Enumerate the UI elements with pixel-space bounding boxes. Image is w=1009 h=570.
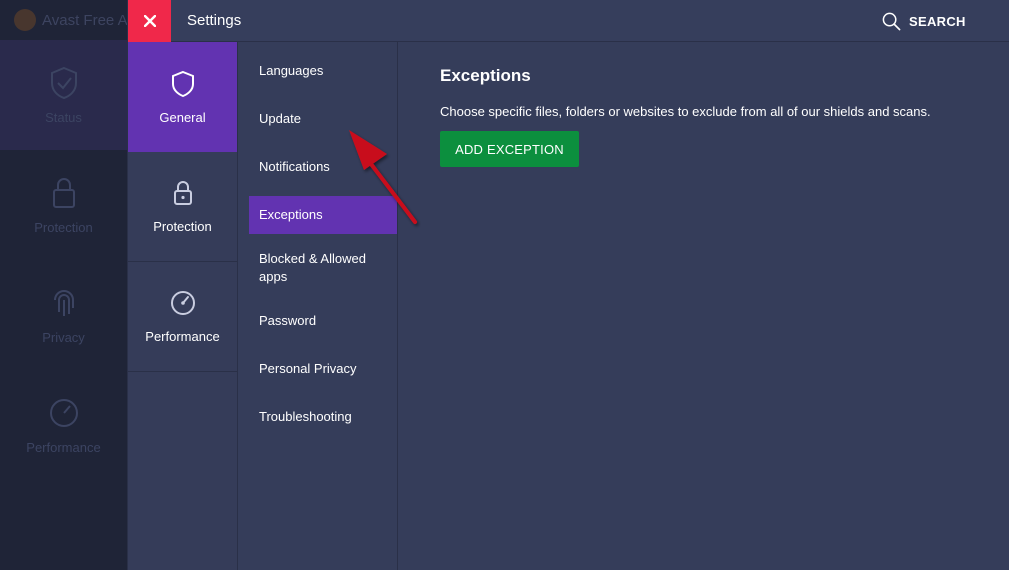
search-label: SEARCH	[909, 13, 966, 29]
submenu-item-notifications[interactable]: Notifications	[249, 148, 397, 186]
category-label: General	[159, 109, 206, 125]
background-nav-protection: Protection	[0, 150, 127, 260]
lock-icon	[173, 181, 192, 205]
settings-title: Settings	[187, 12, 242, 29]
background-nav-performance: Performance	[0, 370, 127, 480]
close-button[interactable]	[128, 0, 171, 42]
settings-header: Settings SEARCH	[128, 0, 1009, 42]
background-app-title: Avast Free A	[42, 11, 128, 29]
submenu-item-blocked-allowed-apps[interactable]: Blocked & Allowed apps	[249, 244, 397, 292]
background-nav-status: Status	[0, 40, 127, 150]
search-icon	[882, 12, 901, 30]
category-general[interactable]: General	[128, 42, 237, 152]
submenu-item-personal-privacy[interactable]: Personal Privacy	[249, 350, 397, 388]
background-titlebar: Avast Free A	[0, 0, 140, 40]
background-nav-label: Protection	[34, 219, 93, 235]
background-nav-privacy: Privacy	[0, 260, 127, 370]
submenu-item-update[interactable]: Update	[249, 100, 397, 138]
submenu-item-troubleshooting[interactable]: Troubleshooting	[249, 398, 397, 436]
category-label: Performance	[145, 329, 220, 344]
category-label: Protection	[153, 219, 212, 234]
settings-categories: General Protection Performance	[128, 42, 238, 570]
close-icon	[143, 15, 156, 27]
category-performance[interactable]: Performance	[128, 262, 237, 372]
submenu-item-languages[interactable]: Languages	[249, 52, 397, 90]
background-nav-label: Privacy	[42, 329, 85, 345]
add-exception-button[interactable]: ADD EXCEPTION	[440, 131, 579, 167]
fingerprint-icon	[53, 289, 74, 316]
background-nav-label: Status	[45, 109, 82, 125]
page-description: Choose specific files, folders or websit…	[440, 104, 931, 119]
shield-icon	[171, 70, 194, 97]
avast-logo-icon	[14, 9, 36, 31]
background-app: Avast Free A Status Protection Privacy P…	[0, 0, 140, 570]
page-title: Exceptions	[440, 66, 531, 85]
speedometer-icon	[49, 398, 78, 427]
exceptions-content: Exceptions Choose specific files, folder…	[399, 42, 1009, 570]
lock-icon	[52, 177, 75, 208]
settings-panel: Settings SEARCH General Protection Perfo…	[127, 0, 1009, 570]
background-nav-label: Performance	[26, 439, 101, 455]
search-button[interactable]: SEARCH	[882, 11, 966, 31]
submenu-item-password[interactable]: Password	[249, 302, 397, 340]
category-protection[interactable]: Protection	[128, 152, 237, 262]
submenu-item-exceptions[interactable]: Exceptions	[249, 196, 397, 234]
shield-check-icon	[50, 66, 77, 99]
settings-submenu: Languages Update Notifications Exception…	[239, 42, 398, 570]
speedometer-icon	[170, 291, 195, 315]
background-nav: Status Protection Privacy Performance	[0, 40, 127, 480]
